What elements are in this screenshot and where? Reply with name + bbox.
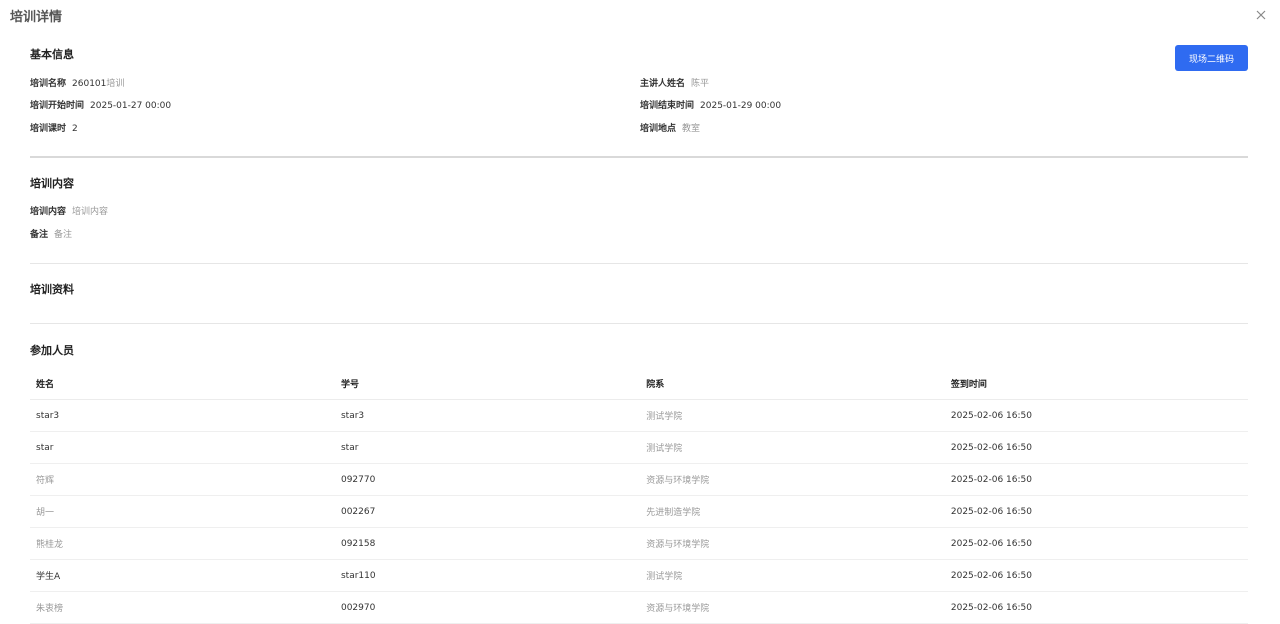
field-value: 2025-01-29 00:00 [700, 101, 782, 111]
field-content: 培训内容 培训内容 [30, 204, 108, 217]
cell-time: 2025-02-06 16:50 [944, 495, 1248, 528]
cell-dept: 测试学院 [640, 559, 945, 592]
cell-time: 2025-02-06 16:50 [944, 527, 1248, 560]
field-value: 2 [72, 124, 78, 134]
cell-id: 002970 [334, 591, 641, 624]
cell-dept: 资源与环境学院 [640, 527, 945, 560]
cell-id: star [334, 431, 641, 464]
section-divider [30, 323, 1248, 324]
section-title-participants: 参加人员 [30, 344, 74, 357]
cell-dept: 资源与环境学院 [640, 591, 945, 624]
cell-id: 092770 [334, 463, 641, 496]
field-label: 培训内容 [30, 207, 67, 217]
field-value: 培训内容 [72, 207, 109, 217]
table-row: 学生A star110 测试学院 2025-02-06 16:50 [30, 559, 1248, 592]
table-row: 符辉 092770 资源与环境学院 2025-02-06 16:50 [30, 463, 1248, 496]
column-header-signin-time: 签到时间 [944, 368, 1248, 400]
cell-time: 2025-02-06 16:50 [944, 431, 1248, 464]
field-value-suffix: 培训 [106, 79, 125, 89]
section-title-materials: 培训资料 [30, 283, 74, 296]
cell-id: star3 [334, 399, 641, 432]
participants-table: 姓名 学号 院系 签到时间 star3 star3 测试学院 2025-02-0… [30, 368, 1248, 624]
field-location: 培训地点 教室 [640, 121, 700, 134]
column-header-dept: 院系 [640, 368, 945, 400]
cell-name: 符辉 [30, 463, 335, 496]
cell-dept: 资源与环境学院 [640, 463, 945, 496]
table-row: 熊桂龙 092158 资源与环境学院 2025-02-06 16:50 [30, 527, 1248, 560]
close-icon [1256, 10, 1266, 20]
table-row: star star 测试学院 2025-02-06 16:50 [30, 431, 1248, 464]
section-title-content: 培训内容 [30, 177, 74, 190]
table-row: 朱衷榜 002970 资源与环境学院 2025-02-06 16:50 [30, 591, 1248, 624]
section-title-basic: 基本信息 [30, 48, 74, 61]
field-value: 260101 [72, 79, 107, 89]
dialog-title: 培训详情 [10, 10, 63, 25]
field-speaker: 主讲人姓名 陈平 [640, 76, 709, 89]
cell-id: 092158 [334, 527, 641, 560]
column-header-name: 姓名 [30, 368, 335, 400]
cell-id: 002267 [334, 495, 641, 528]
field-label: 备注 [30, 230, 49, 240]
field-label: 主讲人姓名 [640, 79, 686, 89]
field-value: 教室 [682, 124, 701, 134]
cell-name: 朱衷榜 [30, 591, 335, 624]
cell-dept: 测试学院 [640, 399, 945, 432]
cell-time: 2025-02-06 16:50 [944, 591, 1248, 624]
column-header-id: 学号 [334, 368, 641, 400]
field-end-time: 培训结束时间 2025-01-29 00:00 [640, 98, 781, 111]
field-label: 培训名称 [30, 79, 67, 89]
cell-dept: 先进制造学院 [640, 495, 945, 528]
cell-time: 2025-02-06 16:50 [944, 399, 1248, 432]
cell-name: 胡一 [30, 495, 335, 528]
cell-name: star3 [30, 399, 335, 432]
cell-name: star [30, 431, 335, 464]
cell-name: 熊桂龙 [30, 527, 335, 560]
field-value: 陈平 [691, 79, 710, 89]
field-value: 2025-01-27 00:00 [90, 101, 172, 111]
onsite-qr-button[interactable]: 现场二维码 [1175, 45, 1248, 71]
field-training-name: 培训名称 260101培训 [30, 76, 124, 89]
table-row: star3 star3 测试学院 2025-02-06 16:50 [30, 399, 1248, 432]
cell-id: star110 [334, 559, 641, 592]
cell-time: 2025-02-06 16:50 [944, 463, 1248, 496]
field-label: 培训课时 [30, 124, 67, 134]
cell-name: 学生A [30, 559, 335, 592]
table-row: 胡一 002267 先进制造学院 2025-02-06 16:50 [30, 495, 1248, 528]
field-hours: 培训课时 2 [30, 121, 78, 134]
field-label: 培训地点 [640, 124, 677, 134]
field-value: 备注 [54, 230, 73, 240]
field-remark: 备注 备注 [30, 227, 72, 240]
close-button[interactable] [1252, 6, 1270, 24]
cell-dept: 测试学院 [640, 431, 945, 464]
cell-time: 2025-02-06 16:50 [944, 559, 1248, 592]
field-label: 培训开始时间 [30, 101, 85, 111]
field-start-time: 培训开始时间 2025-01-27 00:00 [30, 98, 171, 111]
field-label: 培训结束时间 [640, 101, 695, 111]
table-header-row: 姓名 学号 院系 签到时间 [30, 368, 1248, 400]
section-divider [30, 156, 1248, 158]
section-divider [30, 263, 1248, 264]
